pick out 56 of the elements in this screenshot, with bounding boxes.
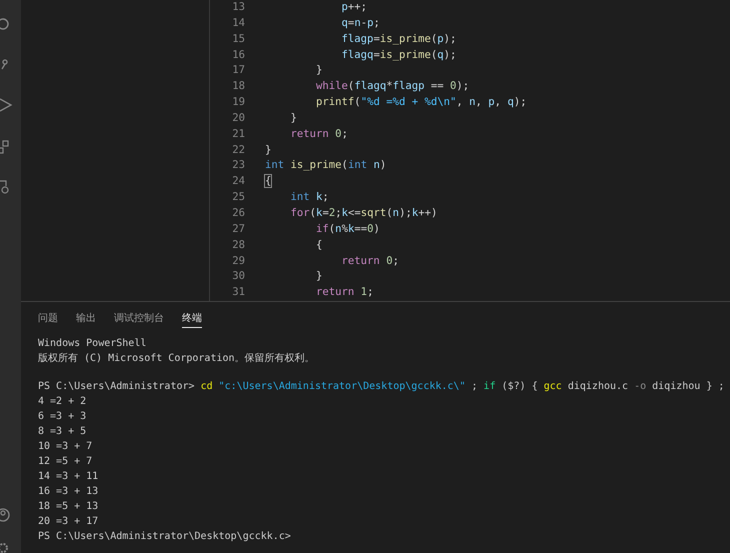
code-line: int k; [290, 190, 329, 206]
line-number: 13 [231, 0, 245, 15]
terminal-line: 4 =2 + 2 [38, 395, 88, 409]
panel-tab[interactable]: 问题 [38, 311, 58, 328]
terminal-line: 14 =3 + 11 [38, 470, 100, 484]
run-debug-icon[interactable] [0, 98, 14, 112]
code-line: } [315, 63, 322, 78]
line-number: 31 [231, 285, 245, 300]
line-number: 23 [231, 158, 245, 174]
code-line: return 1; [315, 285, 374, 300]
line-number: 22 [231, 142, 245, 158]
terminal-line: 18 =5 + 13 [38, 500, 100, 514]
code-line: return 0; [340, 254, 399, 268]
code-line: q=n-p; [340, 16, 380, 31]
terminal-line: 版权所有 (C) Microsoft Corporation。保留所有权利。 [38, 352, 316, 366]
terminal-line: 16 =3 + 13 [38, 485, 100, 499]
line-number: 20 [231, 110, 245, 126]
terminal-line: 10 =3 + 7 [38, 440, 94, 454]
code-line: for(k=2;k<=sqrt(n);k++) [290, 206, 438, 221]
line-number: 28 [231, 238, 245, 253]
code-line: flagp=is_prime(p); [340, 32, 456, 47]
line-number: 27 [231, 222, 245, 237]
code-line: p++; [340, 0, 368, 15]
terminal-line: 12 =5 + 7 [38, 455, 94, 469]
line-number: 19 [231, 95, 245, 110]
code-line: int is_prime(int n) [265, 158, 386, 174]
panel-tab[interactable]: 调试控制台 [114, 311, 164, 328]
line-number: 21 [231, 126, 245, 142]
code-line: } [290, 110, 297, 126]
code-line: } [265, 142, 272, 158]
code-line: { [265, 174, 272, 190]
terminal-line: 20 =3 + 17 [38, 515, 100, 529]
panel-tab[interactable]: 输出 [76, 311, 96, 328]
line-number: 16 [231, 48, 245, 63]
line-number: 14 [231, 16, 245, 31]
line-number: 30 [231, 269, 245, 284]
terminal-line: 6 =3 + 3 [38, 410, 88, 424]
line-number: 29 [231, 254, 245, 268]
line-number: 26 [231, 206, 245, 221]
line-number: 17 [231, 63, 245, 78]
code-line: } [315, 269, 322, 284]
code-line: return 0; [290, 126, 348, 142]
line-number: 25 [231, 190, 245, 206]
code-line: { [315, 238, 322, 253]
line-number: 24 [231, 174, 245, 190]
code-line: if(n%k==0) [315, 222, 380, 237]
code-line: while(flagq*flagp == 0); [315, 79, 470, 94]
terminal-line: Windows PowerShell [38, 337, 148, 351]
code-line: flagq=is_prime(q); [340, 48, 456, 63]
terminal-line: 8 =3 + 5 [38, 425, 88, 439]
line-number: 18 [231, 79, 245, 94]
code-line: printf("%d =%d + %d\n", n, p, q); [315, 95, 527, 110]
terminal-line: PS C:\Users\Administrator> cd "c:\Users\Administrator\Desktop\gcckk.c\" ; if ($?) { gcc diqizhou.c -o diqizhou } ; [38, 380, 726, 394]
panel-tab[interactable]: 终端 [182, 311, 202, 328]
line-number: 15 [231, 32, 245, 47]
terminal-line: PS C:\Users\Administrator\Desktop\gcckk.c> [38, 530, 292, 544]
